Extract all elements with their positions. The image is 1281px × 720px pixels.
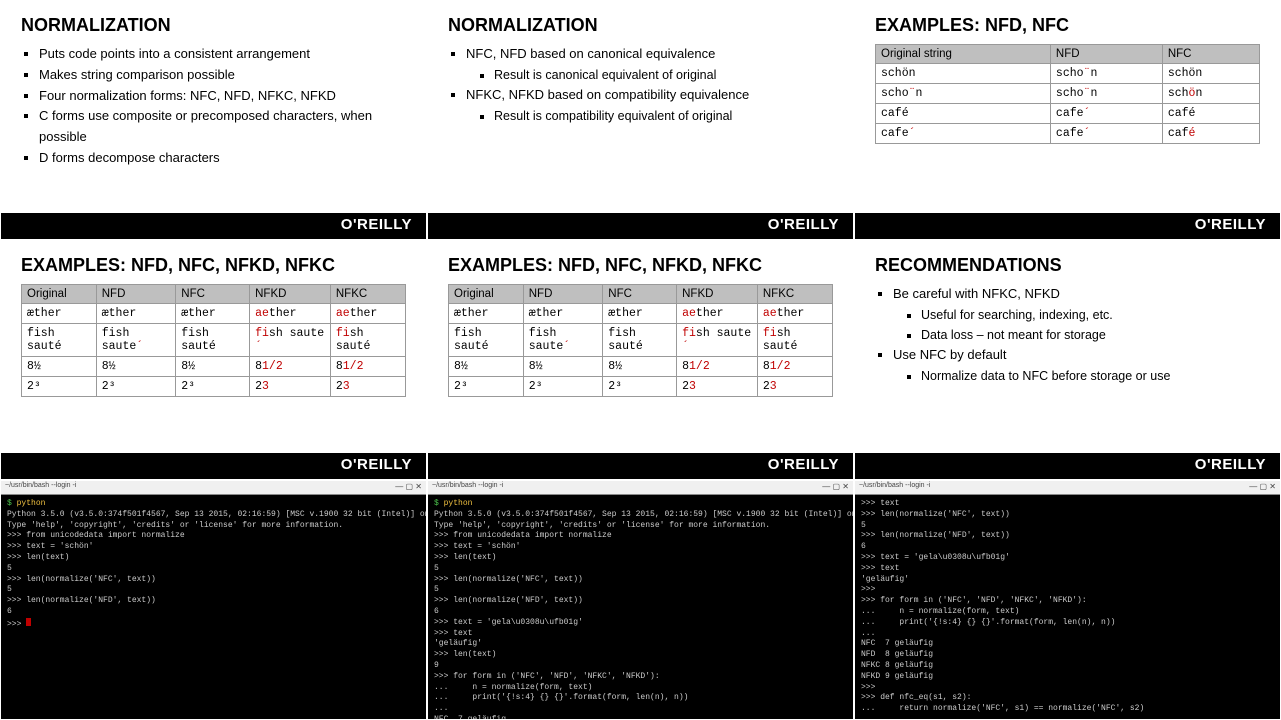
table-row: fish sauté fish saute´ fish sauté fish s… (449, 324, 833, 357)
slide-examples-nfd-nfc: EXAMPLES: NFD, NFC Original string NFD N… (854, 0, 1281, 240)
bullet: Be careful with NFKC, NFKD Useful for se… (893, 284, 1260, 345)
bullet: NFKC, NFKD based on compatibility equiva… (466, 85, 833, 126)
th-original: Original string (876, 45, 1051, 64)
bullet-list: Be careful with NFKC, NFKD Useful for se… (875, 284, 1260, 386)
slide-title: RECOMMENDATIONS (875, 255, 1260, 276)
table-row: ætherætheræther aether aether (22, 304, 406, 324)
terminal-body: $ python Python 3.5.0 (v3.5.0:374f501f45… (428, 495, 853, 720)
terminal-slide-1: ~/usr/bin/bash --login -i— ▢ ✕ $ python … (0, 480, 427, 720)
table-row: ætherætheræther aether aether (449, 304, 833, 324)
slide-normalization-1: NORMALIZATION Puts code points into a co… (0, 0, 427, 240)
brand-footer: O'REILLY (855, 453, 1280, 479)
brand-footer: O'REILLY (1, 213, 426, 239)
slide-title: EXAMPLES: NFD, NFC, NFKD, NFKC (448, 255, 833, 276)
examples-table: Original NFD NFC NFKD NFKC ætherætheræth… (21, 284, 406, 397)
slide-examples-all-1: EXAMPLES: NFD, NFC, NFKD, NFKC Original … (0, 240, 427, 480)
window-controls-icon: — ▢ ✕ (822, 482, 849, 493)
slide-title: NORMALIZATION (448, 15, 833, 36)
table-row: café cafe´ café (876, 104, 1260, 124)
terminal-body: $ python Python 3.5.0 (v3.5.0:374f501f45… (1, 495, 426, 635)
slide-recommendations: RECOMMENDATIONS Be careful with NFKC, NF… (854, 240, 1281, 480)
sub-bullet: Useful for searching, indexing, etc. (921, 305, 1260, 325)
table-row: 2³2³2³ 23 23 (449, 377, 833, 397)
bullet: Puts code points into a consistent arran… (39, 44, 406, 65)
table-row: fish sauté fish saute´ fish sauté fish s… (22, 324, 406, 357)
cursor-icon (26, 618, 31, 626)
terminal-slide-2: ~/usr/bin/bash --login -i— ▢ ✕ $ python … (427, 480, 854, 720)
examples-table: Original string NFD NFC schön scho¨n sch… (875, 44, 1260, 144)
sub-bullet: Result is compatibility equivalent of or… (494, 106, 833, 126)
terminal-titlebar: ~/usr/bin/bash --login -i— ▢ ✕ (855, 481, 1280, 495)
table-row: schön scho¨n schön (876, 64, 1260, 84)
window-controls-icon: — ▢ ✕ (1249, 482, 1276, 493)
brand-footer: O'REILLY (1, 453, 426, 479)
bullet: Makes string comparison possible (39, 65, 406, 86)
examples-table: Original NFD NFC NFKD NFKC ætherætheræth… (448, 284, 833, 397)
brand-footer: O'REILLY (855, 213, 1280, 239)
bullet: Four normalization forms: NFC, NFD, NFKC… (39, 86, 406, 107)
brand-footer: O'REILLY (428, 213, 853, 239)
bullet: D forms decompose characters (39, 148, 406, 169)
th-nfd: NFD (1050, 45, 1162, 64)
bullet: NFC, NFD based on canonical equivalence … (466, 44, 833, 85)
terminal-body: >>> text >>> len(normalize('NFC', text))… (855, 495, 1280, 720)
window-controls-icon: — ▢ ✕ (395, 482, 422, 493)
terminal-slide-3: ~/usr/bin/bash --login -i— ▢ ✕ >>> text … (854, 480, 1281, 720)
terminal-titlebar: ~/usr/bin/bash --login -i— ▢ ✕ (428, 481, 853, 495)
th-nfc: NFC (1162, 45, 1259, 64)
table-row: 8½8½8½ 81/2 81/2 (449, 357, 833, 377)
table-row: scho¨n scho¨n schön (876, 84, 1260, 104)
bullet-list: NFC, NFD based on canonical equivalence … (448, 44, 833, 126)
slide-title: EXAMPLES: NFD, NFC, NFKD, NFKC (21, 255, 406, 276)
slide-title: EXAMPLES: NFD, NFC (875, 15, 1260, 36)
bullet: C forms use composite or precomposed cha… (39, 106, 406, 148)
brand-footer: O'REILLY (428, 453, 853, 479)
slide-examples-all-2: EXAMPLES: NFD, NFC, NFKD, NFKC Original … (427, 240, 854, 480)
slide-normalization-2: NORMALIZATION NFC, NFD based on canonica… (427, 0, 854, 240)
terminal-titlebar: ~/usr/bin/bash --login -i— ▢ ✕ (1, 481, 426, 495)
table-row: cafe´ cafe´ café (876, 124, 1260, 144)
bullet-list: Puts code points into a consistent arran… (21, 44, 406, 169)
table-row: 2³2³2³ 23 23 (22, 377, 406, 397)
sub-bullet: Data loss – not meant for storage (921, 325, 1260, 345)
sub-bullet: Normalize data to NFC before storage or … (921, 366, 1260, 386)
sub-bullet: Result is canonical equivalent of origin… (494, 65, 833, 85)
table-row: 8½8½8½ 81/2 81/2 (22, 357, 406, 377)
slide-title: NORMALIZATION (21, 15, 406, 36)
bullet: Use NFC by default Normalize data to NFC… (893, 345, 1260, 386)
